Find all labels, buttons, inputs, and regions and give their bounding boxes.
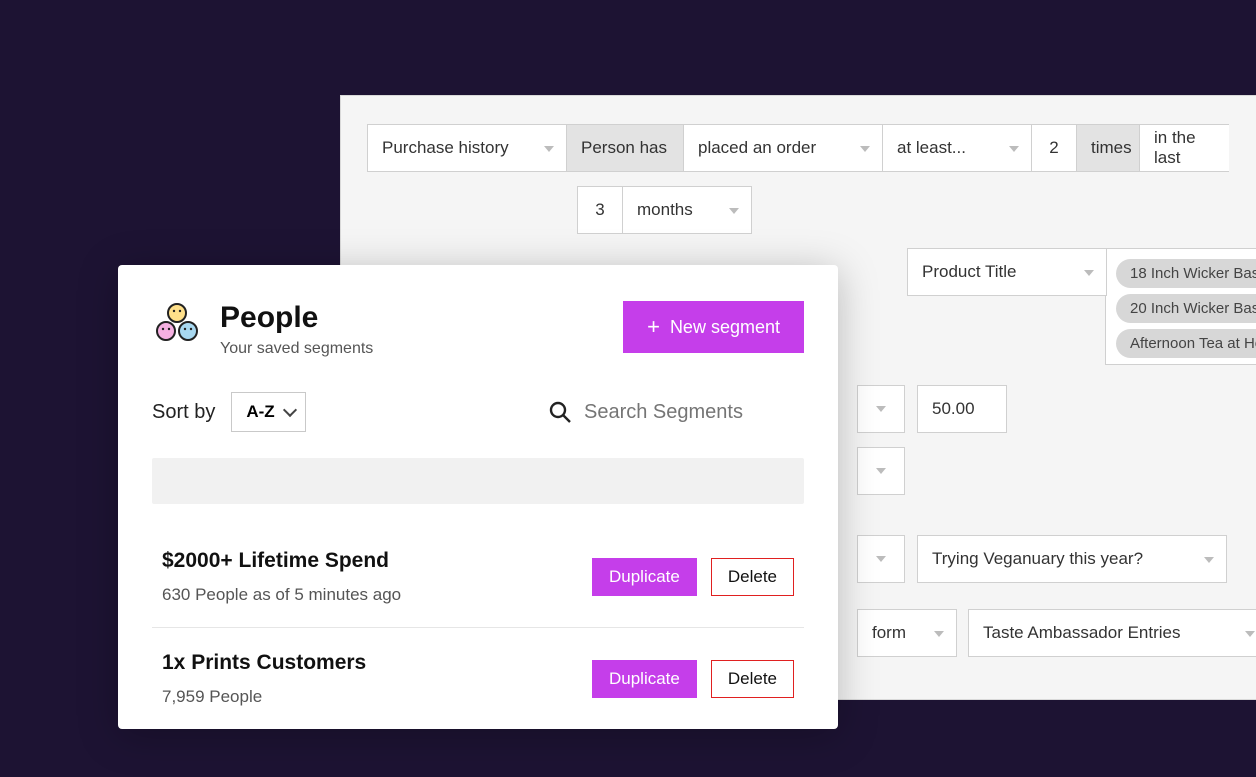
delete-button[interactable]: Delete — [711, 558, 794, 596]
delete-button[interactable]: Delete — [711, 660, 794, 698]
tag-pill[interactable]: 18 Inch Wicker Baske — [1116, 259, 1256, 288]
field-taste-entries[interactable]: Taste Ambassador Entries — [968, 609, 1256, 657]
segment-name: 1x Prints Customers — [162, 651, 366, 675]
rule-row-4b — [857, 447, 1256, 495]
sort-select[interactable]: A-Z — [231, 392, 305, 432]
rule-row-5: Trying Veganuary this year? — [857, 535, 1256, 583]
dropdown-icon[interactable] — [857, 447, 905, 495]
new-segment-button[interactable]: + New segment — [623, 301, 804, 353]
label-person-has: Person has — [566, 124, 684, 172]
rule-row-3: Product Title 18 Inch Wicker Baske 20 In… — [907, 248, 1256, 365]
dropdown-icon[interactable] — [857, 535, 905, 583]
segment-meta: 630 People as of 5 minutes ago — [162, 585, 401, 605]
list-header-placeholder — [152, 458, 804, 504]
people-panel: People Your saved segments + New segment… — [118, 265, 838, 729]
search-icon — [548, 400, 572, 424]
people-icon — [152, 301, 202, 351]
rule-row-2: 3 months — [577, 186, 1256, 234]
rule-row-4: 50.00 — [857, 385, 1256, 433]
people-header: People Your saved segments + New segment — [152, 301, 804, 358]
field-count-3[interactable]: 3 — [577, 186, 623, 234]
field-months[interactable]: months — [622, 186, 752, 234]
dropdown-icon[interactable] — [857, 385, 905, 433]
field-placed-order[interactable]: placed an order — [683, 124, 883, 172]
page-subtitle: Your saved segments — [220, 340, 373, 358]
field-purchase-history[interactable]: Purchase history — [367, 124, 567, 172]
new-segment-label: New segment — [670, 317, 780, 338]
label-times: times — [1076, 124, 1140, 172]
sort-label: Sort by — [152, 401, 215, 424]
tag-pill[interactable]: Afternoon Tea at Ho. — [1116, 329, 1256, 358]
duplicate-button[interactable]: Duplicate — [592, 660, 697, 698]
segment-name: $2000+ Lifetime Spend — [162, 549, 401, 573]
rule-row-1: Purchase history Person has placed an or… — [367, 124, 1256, 172]
field-amount[interactable]: 50.00 — [917, 385, 1007, 433]
toolbar: Sort by A-Z — [152, 392, 804, 432]
field-veganuary[interactable]: Trying Veganuary this year? — [917, 535, 1227, 583]
duplicate-button[interactable]: Duplicate — [592, 558, 697, 596]
segment-row[interactable]: 1x Prints Customers 7,959 People Duplica… — [152, 628, 804, 729]
rule-row-6: form Taste Ambassador Entries — [857, 609, 1256, 657]
product-tags: 18 Inch Wicker Baske 20 Inch Wicker Bask… — [1105, 248, 1256, 365]
label-in-the-last: in the last — [1139, 124, 1229, 172]
tag-pill[interactable]: 20 Inch Wicker Baske — [1116, 294, 1256, 323]
segment-meta: 7,959 People — [162, 687, 366, 707]
page-title: People — [220, 301, 373, 334]
field-product-title[interactable]: Product Title — [907, 248, 1107, 296]
field-at-least[interactable]: at least... — [882, 124, 1032, 172]
plus-icon: + — [647, 316, 660, 338]
field-form[interactable]: form — [857, 609, 957, 657]
field-count-2[interactable]: 2 — [1031, 124, 1077, 172]
search-input[interactable] — [584, 401, 804, 424]
segment-row[interactable]: $2000+ Lifetime Spend 630 People as of 5… — [152, 526, 804, 628]
